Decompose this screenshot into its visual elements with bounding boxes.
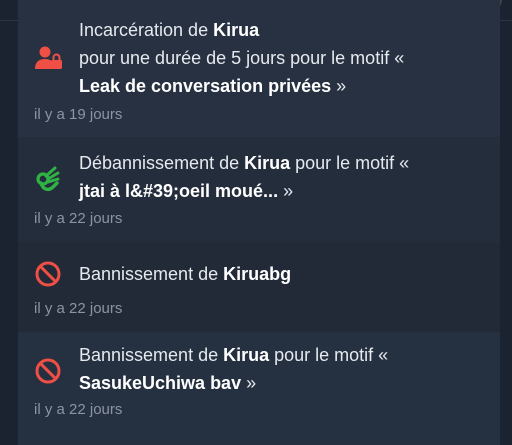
feed-item-text: Débannissement de Kirua pour le motif « … [79,149,488,205]
quote-close: » [241,373,257,393]
quote-close: » [331,76,347,96]
feed-item-text: Bannissement de Kiruabg [79,260,488,288]
reason-text: SasukeUchiwa bav [79,373,242,393]
duration-text: pour une durée de 5 jours pour le motif … [79,48,405,68]
timestamp: il y a 22 jours [34,300,123,317]
timestamp: il y a 19 jours [34,106,123,123]
user-link[interactable]: Kirua [213,20,259,40]
feed-item-text: Bannissement de Kirua pour le motif « Sa… [79,341,488,397]
quote-close: » [278,181,294,201]
action-label: Bannissement de [79,345,224,365]
timestamp: il y a 22 jours [34,210,123,227]
user-link[interactable]: Kirua [223,345,269,365]
feed-item-text: Incarcération de Kirua pour une durée de… [79,16,488,100]
sanctions-feed: Incarcération de Kirua pour une durée de… [18,0,500,445]
ban-icon [33,356,63,386]
reason-text: Leak de conversation privées [79,76,332,96]
reason-text: jtai à l&#39;oeil moué... [79,181,279,201]
action-label: Incarcération de [79,20,214,40]
reason-prefix: pour le motif « [269,345,389,365]
user-link[interactable]: Kirua [244,153,290,173]
ok-hand-icon [33,164,63,194]
feed-item: Incarcération de Kirua pour une durée de… [18,0,500,137]
action-label: Bannissement de [79,264,224,284]
action-label: Débannissement de [79,153,245,173]
feed-item: Bannissement de Kiruabg il y a 22 jours [18,242,500,332]
feed-item: Débannissement de Kirua pour le motif « … [18,137,500,242]
timestamp: il y a 22 jours [34,401,123,418]
feed-item: Bannissement de Kirua pour le motif « Sa… [18,332,500,445]
moderation-feed-page: Incarcération de Kirua pour une durée de… [0,0,512,445]
reason-prefix: pour le motif « [290,153,410,173]
user-lock-icon [33,43,63,73]
ban-icon [33,259,63,289]
user-link[interactable]: Kiruabg [223,264,291,284]
